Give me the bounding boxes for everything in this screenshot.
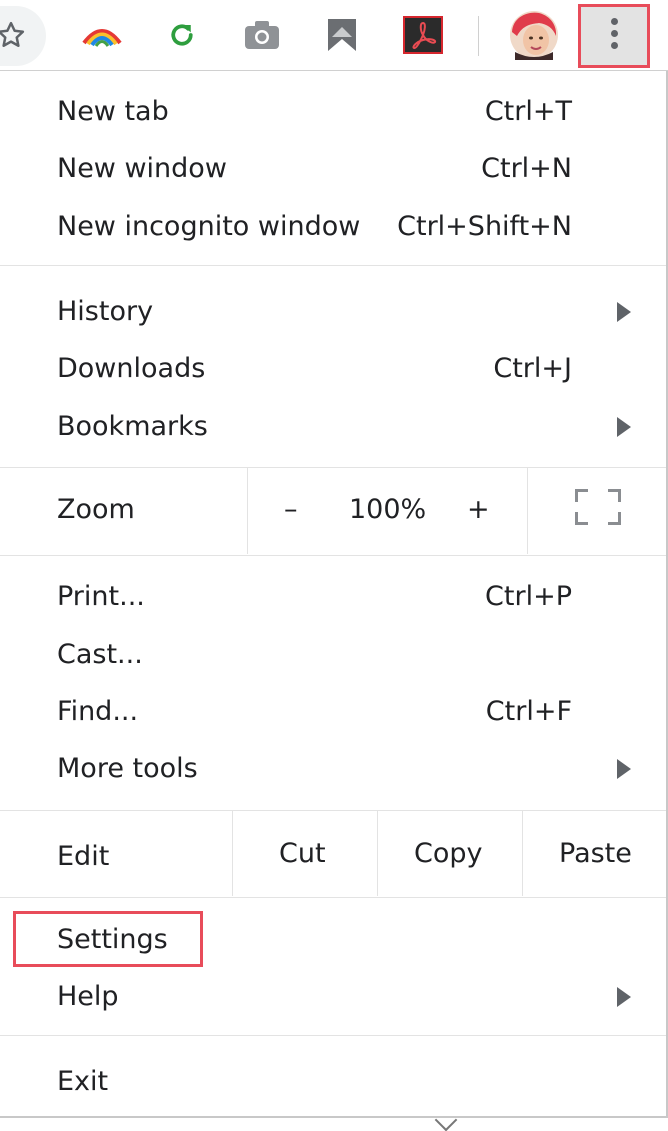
menu-divider: [0, 555, 666, 556]
camera-extension-button[interactable]: [240, 0, 284, 70]
menu-item-label: New tab: [57, 96, 169, 127]
submenu-arrow-icon: [617, 302, 631, 322]
menu-item-print[interactable]: Print... Ctrl+P: [0, 568, 666, 625]
zoom-out-button[interactable]: –: [284, 494, 298, 525]
menu-item-label: More tools: [57, 753, 198, 784]
menu-item-help[interactable]: Help: [0, 968, 666, 1025]
camera-icon: [245, 21, 279, 49]
menu-item-shortcut: Ctrl+Shift+N: [397, 211, 572, 242]
edit-label: Edit: [57, 841, 110, 872]
menu-item-label: History: [57, 296, 154, 327]
zoom-divider: [527, 468, 528, 554]
menu-item-label: Bookmarks: [57, 411, 208, 442]
zoom-row: Zoom – 100% +: [0, 468, 666, 555]
menu-item-label: Find...: [57, 696, 139, 727]
menu-item-shortcut: Ctrl+N: [481, 153, 572, 184]
menu-item-history[interactable]: History: [0, 283, 666, 340]
copy-button[interactable]: Copy: [414, 838, 483, 869]
menu-item-cast[interactable]: Cast...: [0, 626, 666, 683]
zoom-in-button[interactable]: +: [467, 494, 490, 525]
zoom-level: 100%: [349, 494, 427, 525]
extension-rainbow-icon: [82, 29, 122, 47]
paste-button[interactable]: Paste: [559, 838, 632, 869]
menu-item-find[interactable]: Find... Ctrl+F: [0, 683, 666, 740]
menu-item-label: Cast...: [57, 639, 143, 670]
menu-item-label: Help: [57, 981, 119, 1012]
browser-toolbar: [0, 0, 668, 71]
menu-divider: [0, 265, 666, 266]
acrobat-icon: [403, 16, 443, 54]
submenu-arrow-icon: [617, 417, 631, 437]
edit-row: Edit Cut Copy Paste: [0, 811, 666, 897]
more-vert-icon: [611, 18, 619, 54]
toolbar-separator: [478, 16, 479, 56]
menu-item-more-tools[interactable]: More tools: [0, 740, 666, 797]
settings-highlight: [13, 911, 203, 967]
menu-item-shortcut: Ctrl+F: [485, 696, 572, 727]
bookmark-star-button[interactable]: [0, 6, 46, 66]
menu-item-label: New window: [57, 153, 227, 184]
acrobat-button[interactable]: [402, 0, 444, 70]
menu-item-label: New incognito window: [57, 211, 361, 242]
menu-item-bookmarks[interactable]: Bookmarks: [0, 398, 666, 455]
fullscreen-icon[interactable]: [575, 489, 621, 525]
menu-item-shortcut: Ctrl+P: [485, 581, 572, 612]
avatar: [510, 11, 558, 60]
refresh-extension-icon: [171, 24, 193, 46]
bookmark-arrow-icon: [328, 19, 356, 51]
menu-item-label: Exit: [57, 1066, 109, 1097]
extension-rainbow-button[interactable]: [78, 0, 126, 70]
cut-button[interactable]: Cut: [279, 838, 326, 869]
edit-divider: [522, 811, 523, 896]
profile-avatar-button[interactable]: [508, 0, 560, 70]
refresh-extension-button[interactable]: [160, 0, 204, 70]
menu-item-exit[interactable]: Exit: [0, 1053, 666, 1110]
menu-item-downloads[interactable]: Downloads Ctrl+J: [0, 340, 666, 397]
chrome-main-menu: New tab Ctrl+T New window Ctrl+N New inc…: [0, 71, 668, 1118]
star-icon: [0, 21, 25, 47]
menu-item-new-incognito-window[interactable]: New incognito window Ctrl+Shift+N: [0, 198, 666, 255]
bookmark-arrow-button[interactable]: [320, 0, 364, 70]
edit-divider: [232, 811, 233, 896]
menu-item-new-tab[interactable]: New tab Ctrl+T: [0, 83, 666, 140]
menu-item-label: Downloads: [57, 353, 206, 384]
menu-item-shortcut: Ctrl+J: [493, 353, 572, 384]
menu-divider: [0, 1035, 666, 1036]
menu-divider: [0, 897, 666, 898]
zoom-label: Zoom: [57, 494, 135, 525]
zoom-divider: [247, 468, 248, 554]
edit-divider: [377, 811, 378, 896]
menu-item-shortcut: Ctrl+T: [484, 96, 572, 127]
menu-item-label: Print...: [57, 581, 145, 612]
menu-item-new-window[interactable]: New window Ctrl+N: [0, 140, 666, 197]
submenu-arrow-icon: [617, 987, 631, 1007]
submenu-arrow-icon: [617, 759, 631, 779]
